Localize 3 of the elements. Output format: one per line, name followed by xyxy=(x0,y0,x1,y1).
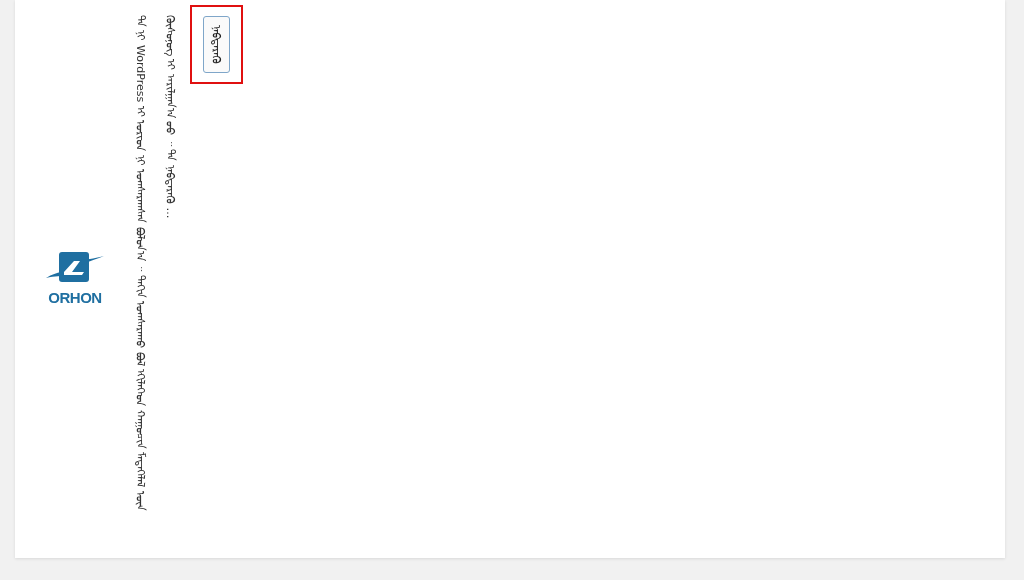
logo-text: ORHON xyxy=(48,289,102,306)
message-text: ᠲᠠ ᠨᠢ WordPress ᠢ ᠤᠷᠢᠳ ᠨᠢ ᠤᠭᠰᠠᠷᠠᠭᠰᠠᠨ ᠪᠣᠯᠣᠨ᠎ᠠ ᠃ ᠳᠠᠬᠢᠨ ᠤᠭᠰᠠᠷᠠᠬᠤ ᠪᠣᠯ ᠡᠬᠢᠯᠡᠭᠡᠳ ᠬᠠᠭᠤᠴᠢᠨ ᠮᠡᠳᠡᠭᠡᠯᠡᠯ ᠦᠨ ᠬᠦᠰᠦᠨᠦᠭ ᠢ ᠠᠷᠢᠯᠭᠠᠨ᠎ᠠ ᠤᠤ ᠃ ᠲᠠ ᠨᠡᠪᠲᠡᠷᠡᠬᠦ … xyxy=(133,15,178,513)
login-button[interactable]: ᠨᠡᠪᠲᠡᠷᠡᠬᠦ xyxy=(203,16,230,73)
